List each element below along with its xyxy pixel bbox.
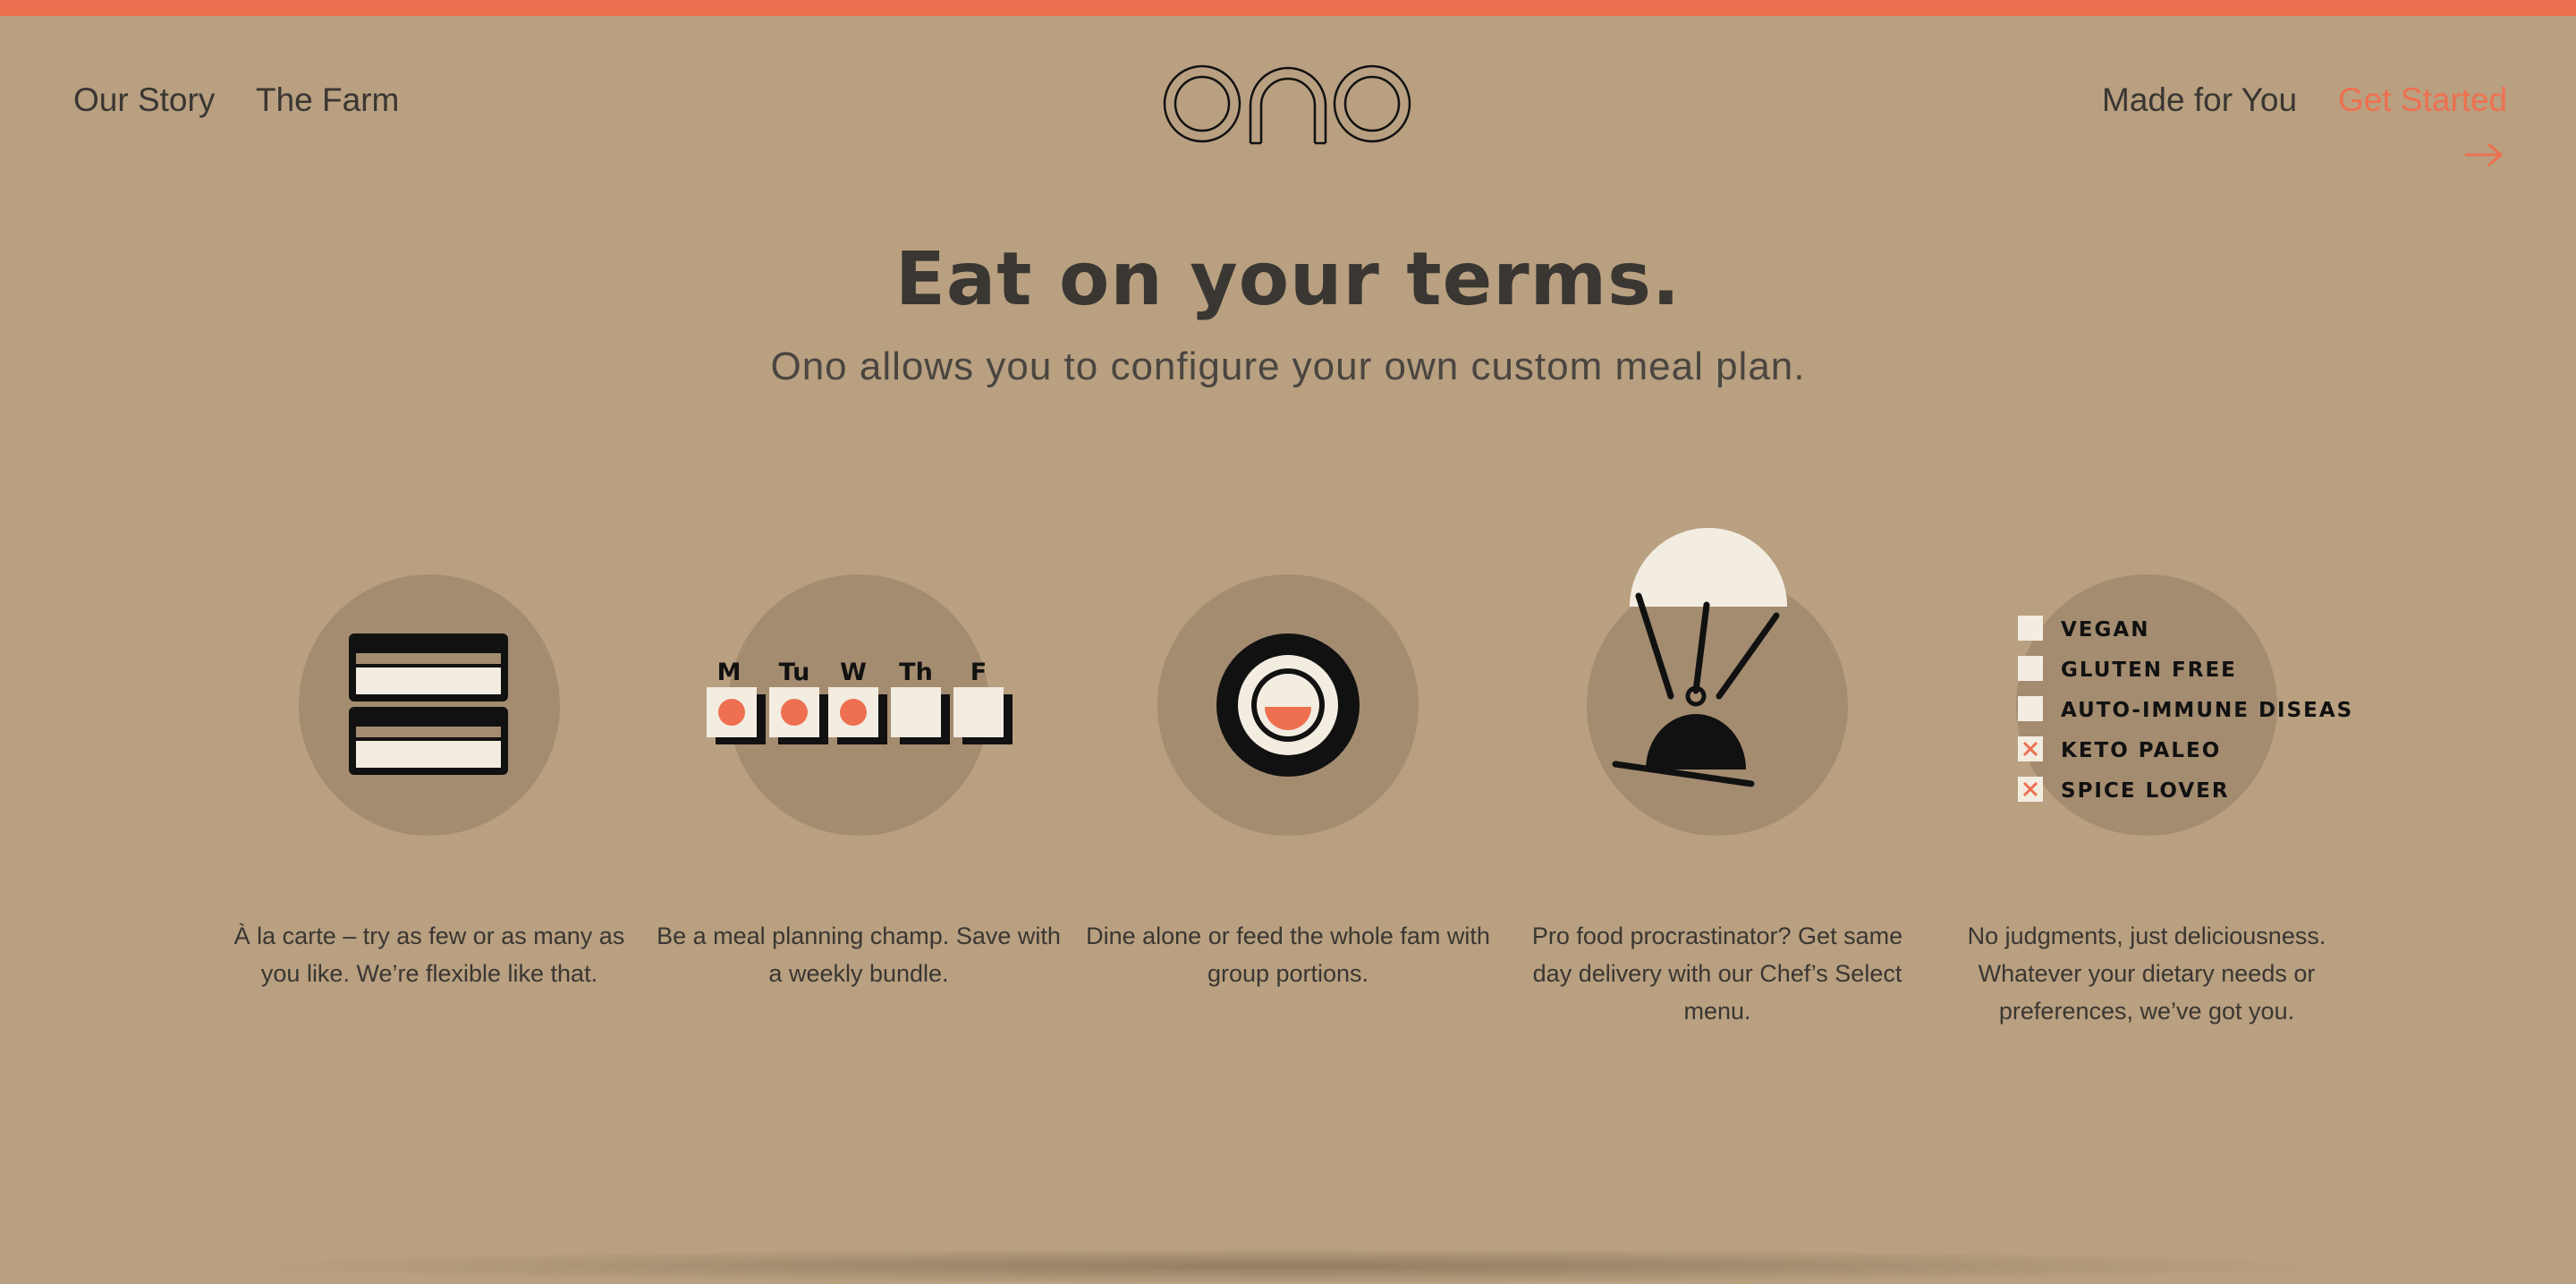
feature-caption: Be a meal planning champ. Save with a we… (657, 923, 1061, 987)
day-label: W (840, 659, 867, 686)
day-check-dot (718, 699, 745, 726)
nav-the-farm[interactable]: The Farm (256, 81, 399, 120)
day-check-dot (781, 699, 808, 726)
bowl-icon (1216, 633, 1360, 777)
feature-caption: Dine alone or feed the whole fam with gr… (1086, 923, 1490, 987)
nav-made-for-you[interactable]: Made for You (2102, 81, 2297, 120)
feature-caption: À la carte – try as few or as many as yo… (233, 923, 625, 987)
get-started-link[interactable]: Get Started (2338, 81, 2507, 120)
day-check-dot (840, 699, 867, 726)
hero-subtitle: Ono allows you to configure your own cus… (770, 344, 1806, 388)
parachute-cloche-icon (1612, 528, 1787, 787)
ono-logo[interactable] (1161, 63, 1413, 145)
diet-option-label: SPICE LOVER (2061, 779, 2230, 803)
diet-option-spice-lover: SPICE LOVER (2018, 777, 2230, 803)
diet-option-vegan: VEGAN (2018, 616, 2149, 642)
top-accent-bar (0, 0, 2576, 16)
weekly-calendar-icon: M Tu W Th F (707, 659, 1013, 744)
next-section-shadow (233, 1248, 2343, 1284)
diet-option-label: VEGAN (2061, 618, 2149, 642)
nav-our-story[interactable]: Our Story (73, 81, 215, 120)
diet-option-label: AUTO-IMMUNE DISEASE (2061, 699, 2352, 722)
meal-trays-icon (349, 633, 508, 775)
day-label: M (717, 659, 741, 686)
diet-option-label: KETO PALEO (2061, 739, 2221, 762)
diet-option-gluten-free: GLUTEN FREE (2018, 656, 2237, 682)
diet-option-auto-immune: AUTO-IMMUNE DISEASE (2018, 696, 2352, 722)
day-label: F (970, 659, 987, 686)
dietary-checklist-icon: VEGAN GLUTEN FREE AUTO-IMMUNE DISEASE KE… (2018, 616, 2352, 803)
day-label: Tu (779, 659, 810, 686)
feature-caption: No judgments, just deliciousness. Whatev… (1967, 923, 2326, 1025)
diet-option-keto-paleo: KETO PALEO (2018, 736, 2221, 762)
arrow-right-icon[interactable] (2463, 141, 2504, 168)
hero-title: Eat on your terms. (894, 237, 1682, 322)
feature-caption: Pro food procrastinator? Get same day de… (1531, 923, 1903, 1025)
day-label: Th (899, 659, 933, 686)
diet-option-label: GLUTEN FREE (2061, 659, 2237, 682)
